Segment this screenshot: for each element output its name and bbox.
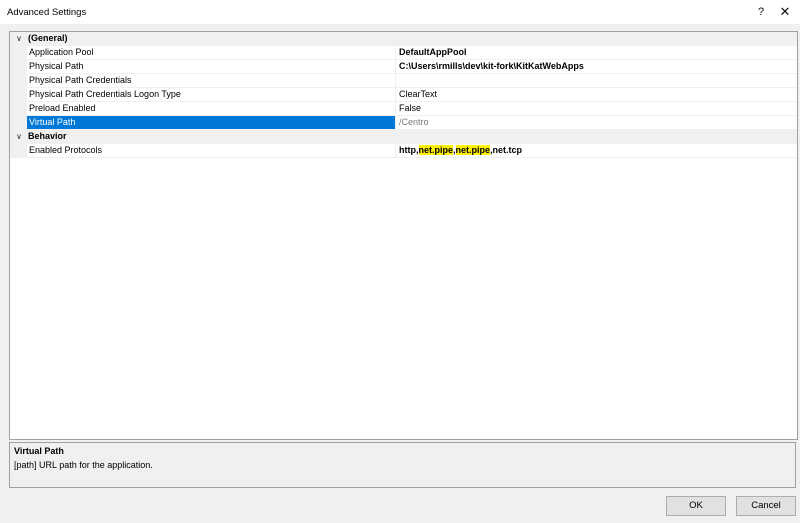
description-text: [path] URL path for the application. bbox=[14, 460, 153, 470]
property-row-virtual-path[interactable]: Virtual Path /Centro bbox=[10, 116, 797, 130]
title-bar: Advanced Settings ? ✕ bbox=[0, 0, 800, 24]
row-gutter bbox=[10, 74, 27, 88]
row-gutter bbox=[10, 116, 27, 130]
property-value[interactable]: DefaultAppPool bbox=[399, 46, 795, 59]
row-gutter bbox=[10, 88, 27, 102]
ok-button[interactable]: OK bbox=[666, 496, 726, 516]
property-name[interactable]: Enabled Protocols bbox=[27, 144, 396, 157]
category-label: Behavior bbox=[28, 131, 67, 141]
row-gutter bbox=[10, 46, 27, 60]
property-value[interactable]: ClearText bbox=[399, 88, 795, 101]
description-panel: Virtual Path [path] URL path for the app… bbox=[9, 442, 796, 488]
property-name[interactable]: Application Pool bbox=[27, 46, 396, 59]
property-name[interactable]: Physical Path bbox=[27, 60, 396, 73]
property-row-physical-path-credentials[interactable]: Physical Path Credentials bbox=[10, 74, 797, 88]
protocol-text: http, bbox=[399, 145, 419, 155]
category-general[interactable]: ∨ (General) bbox=[10, 32, 797, 46]
category-label: (General) bbox=[28, 33, 68, 43]
protocol-highlight: net.pipe bbox=[455, 145, 491, 155]
close-icon[interactable]: ✕ bbox=[772, 0, 798, 24]
collapse-icon[interactable]: ∨ bbox=[13, 32, 25, 45]
property-row-enabled-protocols[interactable]: Enabled Protocols http,net.pipe,net.pipe… bbox=[10, 144, 797, 158]
property-row-preload-enabled[interactable]: Preload Enabled False bbox=[10, 102, 797, 116]
row-gutter bbox=[10, 60, 27, 74]
property-name[interactable]: Virtual Path bbox=[27, 116, 396, 129]
property-value[interactable]: http,net.pipe,net.pipe,net.tcp bbox=[399, 144, 795, 157]
property-row-logon-type[interactable]: Physical Path Credentials Logon Type Cle… bbox=[10, 88, 797, 102]
property-row-application-pool[interactable]: Application Pool DefaultAppPool bbox=[10, 46, 797, 60]
row-gutter bbox=[10, 144, 27, 158]
property-value[interactable] bbox=[399, 74, 795, 87]
description-title: Virtual Path bbox=[14, 446, 64, 456]
property-row-physical-path[interactable]: Physical Path C:\Users\rmills\dev\kit-fo… bbox=[10, 60, 797, 74]
property-value[interactable]: False bbox=[399, 102, 795, 115]
property-value[interactable]: C:\Users\rmills\dev\kit-fork\KitKatWebAp… bbox=[399, 60, 795, 73]
cancel-button[interactable]: Cancel bbox=[736, 496, 796, 516]
collapse-icon[interactable]: ∨ bbox=[13, 130, 25, 143]
protocol-highlight: net.pipe bbox=[418, 145, 454, 155]
protocol-text: ,net.tcp bbox=[490, 145, 523, 155]
property-name[interactable]: Preload Enabled bbox=[27, 102, 396, 115]
property-name[interactable]: Physical Path Credentials Logon Type bbox=[27, 88, 396, 101]
property-name[interactable]: Physical Path Credentials bbox=[27, 74, 396, 87]
category-behavior[interactable]: ∨ Behavior bbox=[10, 130, 797, 144]
row-gutter bbox=[10, 102, 27, 116]
property-value[interactable]: /Centro bbox=[399, 116, 795, 129]
help-button[interactable]: ? bbox=[748, 0, 774, 24]
window-title: Advanced Settings bbox=[7, 7, 87, 18]
property-grid[interactable]: ∨ (General) Application Pool DefaultAppP… bbox=[9, 31, 798, 440]
